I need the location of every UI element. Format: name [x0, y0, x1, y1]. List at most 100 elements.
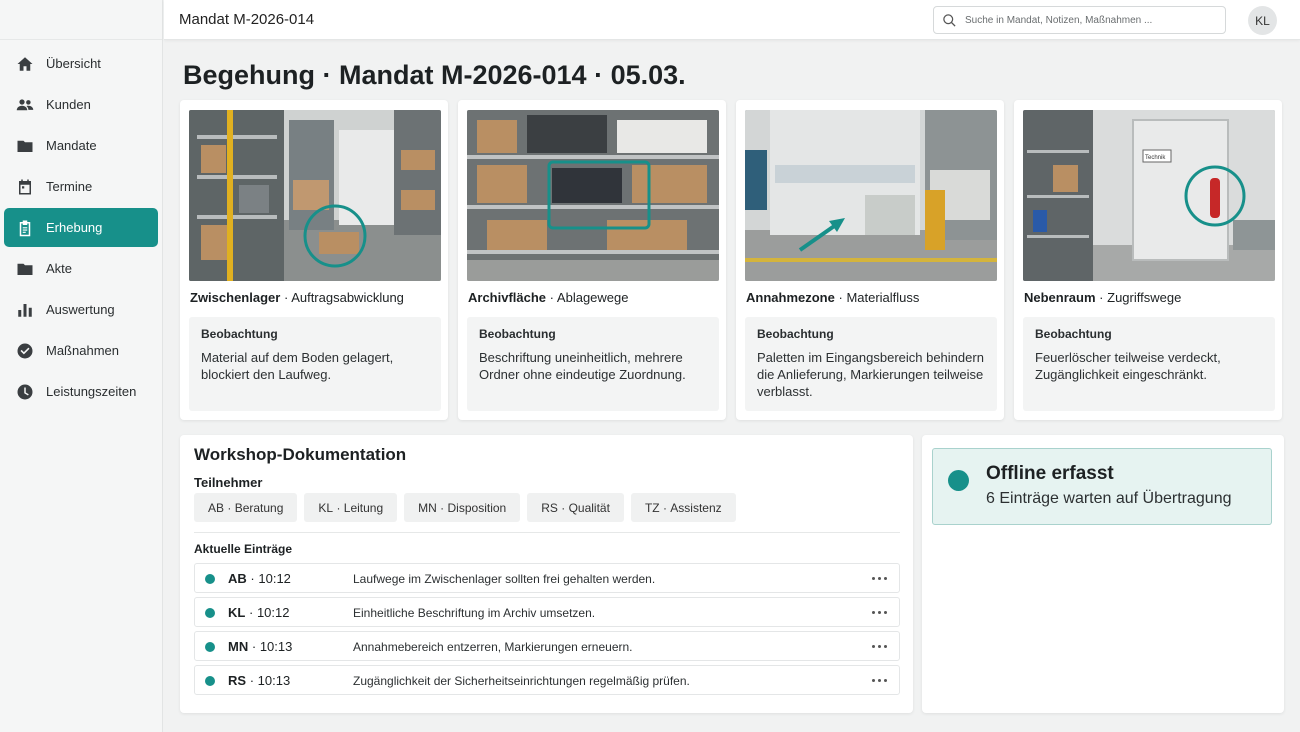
separator: ·: [227, 500, 232, 515]
utility-room-photo: Technik: [1023, 110, 1275, 281]
card-area: Nebenraum: [1024, 290, 1096, 305]
observation-box: Beobachtung Material auf dem Boden gelag…: [189, 317, 441, 411]
search-icon: [943, 13, 956, 27]
more-options-icon[interactable]: [869, 636, 889, 656]
observation-card[interactable]: Zwischenlager · Auftragsabwicklung Beoba…: [180, 100, 448, 420]
clipboard-icon: [16, 219, 34, 237]
entry-meta: KL · 10:12: [228, 605, 289, 620]
workshop-title: Workshop-Dokumentation: [194, 445, 407, 464]
card-caption: Nebenraum · Zugriffswege: [1024, 290, 1181, 305]
sidebar-item-mandate[interactable]: Mandate: [4, 126, 158, 165]
entry-author: KL: [228, 605, 246, 620]
sidebar-item-massnahmen[interactable]: Maßnahmen: [4, 331, 158, 370]
participant-code: KL: [318, 500, 334, 515]
separator: ·: [440, 500, 445, 515]
card-caption: Archivfläche · Ablagewege: [468, 290, 628, 305]
sidebar-item-label: Kunden: [46, 97, 91, 112]
entry-time: 10:13: [257, 673, 291, 688]
entry-author: MN: [228, 639, 249, 654]
sidebar-item-label: Erhebung: [46, 220, 103, 235]
more-options-icon[interactable]: [869, 670, 889, 690]
entry-author: AB: [228, 571, 247, 586]
sidebar-item-label: Termine: [46, 179, 93, 194]
participant-chip[interactable]: AB · Beratung: [194, 493, 298, 522]
warehouse-photo: [189, 110, 441, 281]
status-dot-icon: [205, 574, 215, 584]
status-dot-icon: [205, 642, 215, 652]
list-item[interactable]: MN · 10:13 Annahmebereich entzerren, Mar…: [194, 631, 900, 661]
observation-text: Material auf dem Boden gelagert, blockie…: [201, 350, 394, 382]
observation-label: Beobachtung: [201, 327, 278, 341]
folder-icon: [16, 137, 34, 155]
list-item[interactable]: KL · 10:12 Einheitliche Beschriftung im …: [194, 597, 900, 627]
card-topic: Ablagewege: [556, 290, 629, 305]
entry-text: Annahmebereich entzerren, Markierungen e…: [353, 640, 633, 654]
participant-chips: AB · Beratung KL · Leitung MN · Disposit…: [194, 493, 736, 522]
sidebar-item-kunden[interactable]: Kunden: [4, 85, 158, 124]
separator: ·: [249, 673, 255, 688]
observation-text: Beschriftung uneinheitlich, mehrere Ordn…: [479, 350, 686, 382]
separator: ·: [250, 571, 255, 586]
entries-label: Aktuelle Einträge: [194, 542, 293, 556]
sync-panel: Offline erfasst 6 Einträge warten auf Üb…: [922, 435, 1284, 713]
card-caption: Annahmezone · Materialfluss: [746, 290, 919, 305]
observation-card[interactable]: Annahmezone · Materialfluss Beobachtung …: [736, 100, 1004, 420]
list-item[interactable]: AB · 10:12 Laufwege im Zwischenlager sol…: [194, 563, 900, 593]
door-sign-text: Technik: [1145, 155, 1166, 161]
loading-dock-photo: [745, 110, 997, 281]
observation-card[interactable]: Technik Nebenraum · Zugriffswege Beobach…: [1014, 100, 1282, 420]
participant-role: Disposition: [447, 500, 507, 515]
list-item[interactable]: RS · 10:13 Zugänglichkeit der Sicherheit…: [194, 665, 900, 695]
status-dot-icon: [205, 608, 215, 618]
entries-list: AB · 10:12 Laufwege im Zwischenlager sol…: [194, 563, 900, 699]
more-options-icon[interactable]: [869, 602, 889, 622]
workshop-panel: Workshop-Dokumentation Teilnehmer AB · B…: [180, 435, 913, 713]
entry-text: Laufwege im Zwischenlager sollten frei g…: [353, 572, 656, 586]
entry-text: Zugänglichkeit der Sicherheitseinrichtun…: [353, 674, 690, 688]
more-options-icon[interactable]: [869, 568, 889, 588]
participant-chip[interactable]: TZ · Assistenz: [630, 493, 736, 522]
observation-text: Paletten im Eingangsbereich behindern di…: [757, 350, 984, 399]
participant-code: AB: [208, 500, 225, 515]
participant-code: TZ: [644, 500, 660, 515]
avatar[interactable]: KL: [1248, 6, 1277, 35]
observation-card[interactable]: Archivfläche · Ablagewege Beobachtung Be…: [458, 100, 726, 420]
check-circle-icon: [16, 342, 34, 360]
sidebar-item-label: Maßnahmen: [46, 343, 119, 358]
search-input[interactable]: [965, 14, 1215, 26]
offline-title: Offline erfasst: [986, 463, 1114, 484]
participant-role: Qualität: [568, 500, 610, 515]
sidebar-item-label: Mandate: [46, 138, 97, 153]
entry-time: 10:12: [258, 571, 291, 586]
observation-label: Beobachtung: [479, 327, 556, 341]
separator: ·: [248, 605, 254, 620]
sidebar-item-label: Auswertung: [46, 302, 115, 317]
entry-author: RS: [228, 673, 247, 688]
participant-role: Assistenz: [670, 500, 722, 515]
participant-role: Leitung: [343, 500, 384, 515]
sidebar-item-termine[interactable]: Termine: [4, 167, 158, 206]
entry-meta: AB · 10:12: [228, 571, 291, 586]
observation-label: Beobachtung: [1035, 327, 1112, 341]
participant-chip[interactable]: RS · Qualität: [527, 493, 624, 522]
entry-meta: MN · 10:13: [228, 639, 292, 654]
folder-icon: [16, 260, 34, 278]
observation-label: Beobachtung: [757, 327, 834, 341]
search-box[interactable]: [933, 6, 1226, 34]
entry-time: 10:12: [256, 605, 290, 620]
offline-status-banner: Offline erfasst 6 Einträge warten auf Üb…: [932, 448, 1272, 525]
participant-chip[interactable]: MN · Disposition: [404, 493, 521, 522]
card-area: Annahmezone: [746, 290, 835, 305]
sidebar-item-erhebung[interactable]: Erhebung: [4, 208, 158, 247]
observation-text: Feuerlöscher teilweise verdeckt, Zugängl…: [1035, 350, 1221, 382]
sidebar-item-uebersicht[interactable]: Übersicht: [4, 44, 158, 83]
card-topic: Materialfluss: [846, 290, 920, 305]
entry-time: 10:13: [259, 639, 293, 654]
card-area: Archivfläche: [468, 290, 547, 305]
sidebar-item-leistungszeiten[interactable]: Leistungszeiten: [4, 372, 158, 411]
participant-chip[interactable]: KL · Leitung: [304, 493, 398, 522]
sidebar-item-auswertung[interactable]: Auswertung: [4, 290, 158, 329]
separator: ·: [283, 290, 289, 305]
calendar-icon: [16, 178, 34, 196]
sidebar-item-akte[interactable]: Akte: [4, 249, 158, 288]
